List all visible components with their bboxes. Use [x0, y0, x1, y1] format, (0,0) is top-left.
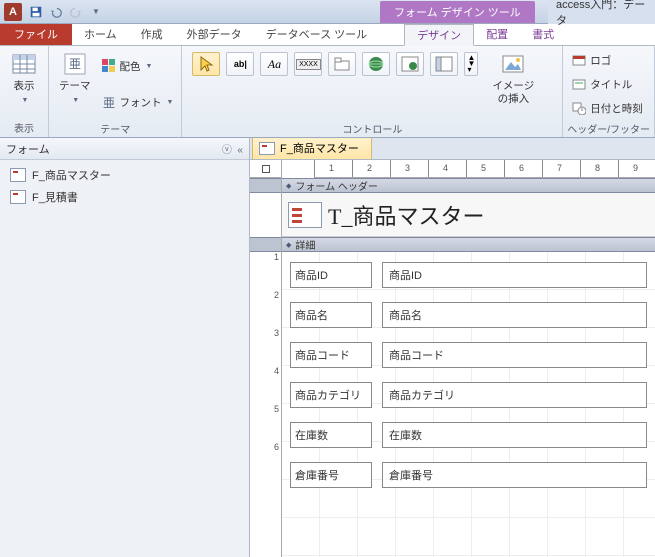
- nav-item-form-estimate[interactable]: F_見積書: [0, 186, 249, 208]
- logo-button[interactable]: ロゴ: [567, 51, 647, 69]
- document-tab[interactable]: F_商品マスター: [252, 138, 372, 159]
- logo-icon: [571, 52, 587, 68]
- main-area: フォーム ⓥ « F_商品マスター F_見積書 F_商品マスター 1234567…: [0, 138, 655, 557]
- nav-item-form-master[interactable]: F_商品マスター: [0, 164, 249, 186]
- colors-button[interactable]: 配色▼: [97, 57, 178, 75]
- themes-icon: 亜: [61, 50, 89, 78]
- form-header-logo[interactable]: [288, 202, 322, 228]
- ribbon-group-header-footer: ロゴ タイトル 日付と時刻 ヘッダー/フッター: [563, 46, 655, 137]
- ribbon-group-controls: ab| Aa XXXX ▲▼▾ イメージ の挿入 コントロール: [182, 46, 563, 137]
- insert-image-label: イメージ の挿入: [492, 80, 534, 105]
- form-icon: [259, 142, 275, 155]
- svg-text:亜: 亜: [102, 96, 114, 109]
- form-header-title[interactable]: T_商品マスター: [328, 199, 484, 231]
- label-control-icon[interactable]: Aa: [260, 52, 288, 76]
- field-label[interactable]: 在庫数: [290, 422, 372, 448]
- tab-design[interactable]: デザイン: [404, 24, 474, 46]
- tab-arrange[interactable]: 配置: [474, 23, 520, 45]
- form-header-section[interactable]: T_商品マスター: [282, 193, 655, 237]
- file-tab[interactable]: ファイル: [0, 23, 72, 45]
- ribbon-group-view: 表示▼ 表示: [0, 46, 49, 137]
- window-title: access入門：データ: [548, 0, 655, 24]
- navigation-pane: フォーム ⓥ « F_商品マスター F_見積書: [0, 138, 250, 557]
- field-row[interactable]: 商品コード商品コード: [290, 342, 647, 368]
- tab-database-tools[interactable]: データベース ツール: [254, 23, 380, 45]
- themes-label: テーマ▼: [59, 80, 91, 105]
- field-row[interactable]: 商品名商品名: [290, 302, 647, 328]
- view-label: 表示▼: [14, 80, 35, 105]
- nav-collapse-icon[interactable]: ⓥ «: [222, 141, 243, 156]
- qat-undo-icon[interactable]: [46, 2, 66, 22]
- fonts-icon: 亜: [101, 94, 117, 110]
- qat-customize-icon[interactable]: ▼: [86, 2, 106, 22]
- contextual-tab-group: フォーム デザイン ツール: [380, 0, 535, 24]
- date-time-button[interactable]: 日付と時刻: [567, 99, 647, 117]
- group-hf-title: ヘッダー/フッター: [567, 120, 650, 138]
- field-label[interactable]: 商品コード: [290, 342, 372, 368]
- ribbon: 表示▼ 表示 亜 テーマ▼ 配色▼ 亜フォント▼ テーマ ab| Aa XXXX: [0, 46, 655, 138]
- form-icon: [10, 168, 26, 182]
- colors-icon: [101, 58, 117, 74]
- group-view-title: 表示: [4, 119, 44, 137]
- fonts-button[interactable]: 亜フォント▼: [97, 93, 178, 111]
- field-label[interactable]: 倉庫番号: [290, 462, 372, 488]
- themes-button[interactable]: 亜 テーマ▼: [53, 48, 97, 107]
- title-button[interactable]: タイトル: [567, 75, 647, 93]
- field-control[interactable]: 商品コード: [382, 342, 647, 368]
- section-bar-detail[interactable]: 詳細: [282, 237, 655, 252]
- insert-image-button[interactable]: イメージ の挿入: [486, 48, 540, 107]
- tab-create[interactable]: 作成: [129, 23, 175, 45]
- qat-redo-icon[interactable]: [66, 2, 86, 22]
- form-selector[interactable]: [250, 160, 282, 178]
- tab-control-icon[interactable]: [328, 52, 356, 76]
- ribbon-group-themes: 亜 テーマ▼ 配色▼ 亜フォント▼ テーマ: [49, 46, 182, 137]
- field-control[interactable]: 在庫数: [382, 422, 647, 448]
- form-detail-section[interactable]: 商品ID商品ID商品名商品名商品コード商品コード商品カテゴリ商品カテゴリ在庫数在…: [282, 252, 655, 557]
- app-icon: A: [4, 3, 22, 21]
- title-icon: [571, 76, 587, 92]
- group-themes-title: テーマ: [53, 120, 177, 138]
- button-control-icon[interactable]: XXXX: [294, 52, 322, 76]
- web-browser-control-icon[interactable]: [396, 52, 424, 76]
- field-row[interactable]: 商品ID 商品ID: [290, 262, 647, 288]
- field-label[interactable]: 商品ID: [290, 262, 372, 288]
- field-control[interactable]: 倉庫番号: [382, 462, 647, 488]
- navigation-control-icon[interactable]: [430, 52, 458, 76]
- date-time-icon: [571, 100, 587, 116]
- controls-gallery-more-icon[interactable]: ▲▼▾: [464, 52, 478, 76]
- field-row[interactable]: 倉庫番号倉庫番号: [290, 462, 647, 488]
- nav-pane-header[interactable]: フォーム ⓥ «: [0, 138, 249, 160]
- textbox-control-icon[interactable]: ab|: [226, 52, 254, 76]
- hyperlink-control-icon[interactable]: [362, 52, 390, 76]
- contextual-tab-label: フォーム デザイン ツール: [380, 1, 535, 23]
- field-label[interactable]: 商品名: [290, 302, 372, 328]
- datasheet-view-icon: [10, 50, 38, 78]
- group-controls-title: コントロール: [186, 120, 558, 138]
- field-control[interactable]: 商品カテゴリ: [382, 382, 647, 408]
- svg-text:亜: 亜: [69, 57, 81, 71]
- tab-external-data[interactable]: 外部データ: [175, 23, 254, 45]
- document-tabs: F_商品マスター: [250, 138, 655, 160]
- image-icon: [499, 50, 527, 78]
- design-surface: F_商品マスター 123456789 123456 フォーム ヘッダー T_商品…: [250, 138, 655, 557]
- select-tool-icon[interactable]: [192, 52, 220, 76]
- vertical-ruler[interactable]: 123456: [250, 178, 282, 557]
- field-control[interactable]: 商品名: [382, 302, 647, 328]
- form-icon: [10, 190, 26, 204]
- section-bar-header[interactable]: フォーム ヘッダー: [282, 178, 655, 193]
- field-row[interactable]: 在庫数在庫数: [290, 422, 647, 448]
- field-label[interactable]: 商品カテゴリ: [290, 382, 372, 408]
- title-bar: A ▼ フォーム デザイン ツール access入門：データ: [0, 0, 655, 24]
- field-control[interactable]: 商品ID: [382, 262, 647, 288]
- field-row[interactable]: 商品カテゴリ商品カテゴリ: [290, 382, 647, 408]
- form-canvas[interactable]: フォーム ヘッダー T_商品マスター 詳細 商品ID商品ID商品名商品名商品コー…: [282, 178, 655, 557]
- horizontal-ruler[interactable]: 123456789: [314, 160, 655, 178]
- tab-home[interactable]: ホーム: [72, 23, 129, 45]
- view-button[interactable]: 表示▼: [4, 48, 44, 107]
- qat-save-icon[interactable]: [26, 2, 46, 22]
